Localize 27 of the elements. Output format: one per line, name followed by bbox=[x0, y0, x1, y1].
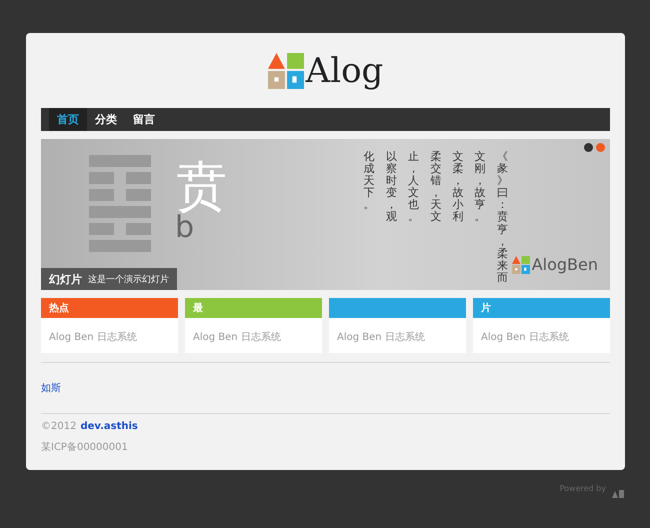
nav-tab[interactable]: 留言 bbox=[125, 108, 163, 131]
pinyin-text: b bbox=[175, 213, 194, 243]
verse-column: 化成天下。 bbox=[364, 151, 377, 212]
verse-column: 文柔，故小利 bbox=[452, 151, 466, 224]
copyright-text: ©2012 bbox=[41, 421, 76, 432]
hexagram-character: 贲 bbox=[175, 161, 227, 213]
card-header: 热点 bbox=[41, 298, 178, 318]
card-text: Alog Ben 日志系统 bbox=[480, 330, 570, 344]
nav-tab[interactable]: 分类 bbox=[87, 108, 125, 131]
verse-column: 止，人文也。 bbox=[408, 151, 422, 224]
card-header: 片 bbox=[473, 298, 610, 318]
card-text: Alog Ben 日志系统 bbox=[48, 330, 138, 344]
card-text: Alog Ben 日志系统 bbox=[336, 330, 426, 344]
nav-tab[interactable]: 首页 bbox=[49, 108, 87, 131]
verse-column: 柔交错，天文 bbox=[430, 151, 444, 224]
icp-text: 某ICP备00000001 bbox=[41, 440, 129, 454]
card-header: 最 bbox=[185, 298, 322, 318]
verse-column: 文刚，故亨。 bbox=[474, 151, 488, 224]
brand-text: AlogBen bbox=[532, 255, 598, 274]
verse-column: 以察时变，观 bbox=[386, 151, 400, 224]
site-link[interactable]: dev.asthis bbox=[80, 421, 138, 432]
verse-column: 《彖》曰：贲亨，柔来而 bbox=[496, 151, 510, 284]
logo-text[interactable]: Alog bbox=[306, 54, 384, 88]
card-text: Alog Ben 日志系统 bbox=[192, 330, 282, 344]
friend-link[interactable]: 如斯 bbox=[41, 381, 61, 395]
caption-text: 这是一个演示幻灯片 bbox=[88, 274, 169, 286]
caption-title: 幻灯片 bbox=[49, 272, 82, 286]
